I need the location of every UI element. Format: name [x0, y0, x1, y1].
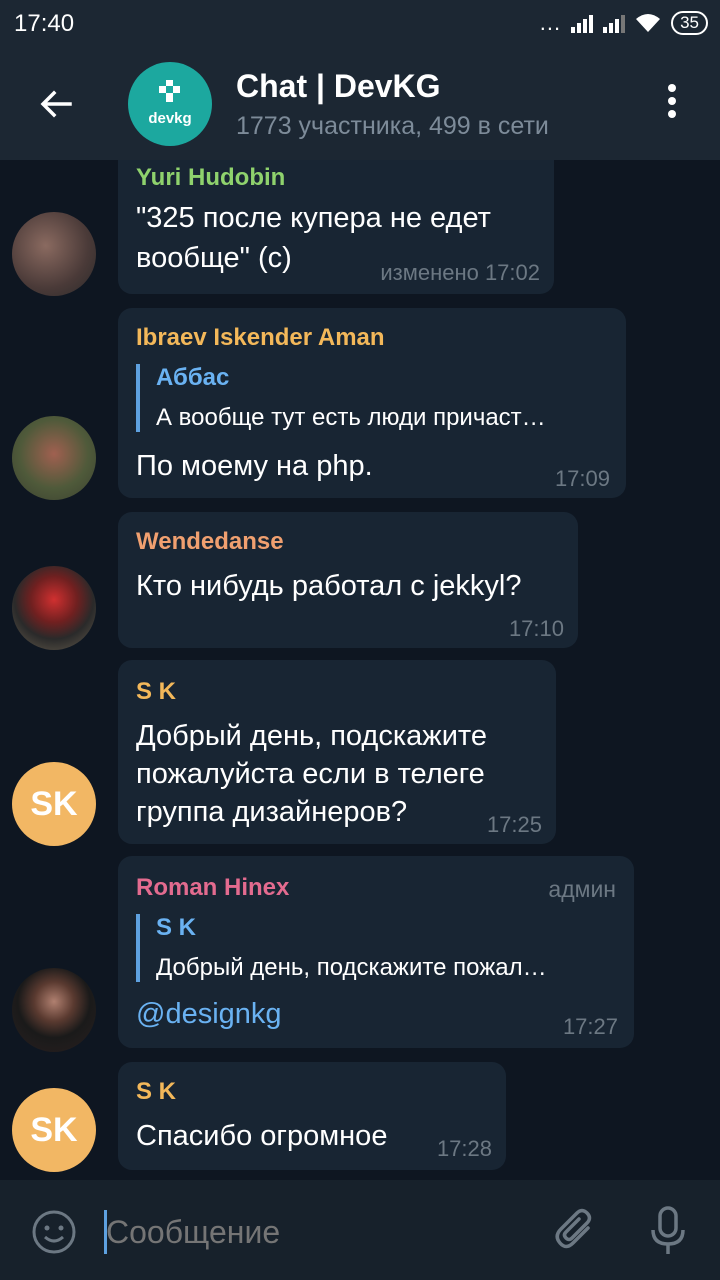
message-text: Спасибо огромное [136, 1120, 388, 1152]
chat-title[interactable]: Chat | DevKG [236, 68, 441, 105]
signal-icon-2 [603, 13, 626, 33]
message-time: 17:27 [562, 1014, 618, 1039]
status-icons: ... 35 [540, 10, 708, 36]
sender-name[interactable]: S K [136, 678, 176, 706]
message-list[interactable]: Yuri Hudobin "325 после купера не едет в… [0, 160, 720, 1180]
wifi-icon [636, 14, 661, 32]
message-input-bar [0, 1180, 720, 1280]
message-bubble[interactable]: Roman Hinex админ S K Добрый день, подск… [118, 856, 634, 1048]
message-bubble[interactable]: Wendedanse Кто нибудь работал с jekkyl? … [118, 512, 578, 648]
message-text-line: вообще" (с) [136, 242, 292, 274]
message-text: Кто нибудь работал с jekkyl? [136, 570, 522, 602]
avatar[interactable] [12, 416, 96, 500]
chat-subtitle: 1773 участника, 499 в сети [236, 112, 549, 140]
reply-sender: S K [156, 914, 197, 941]
chat-header: devkg Chat | DevKG 1773 участника, 499 в… [0, 48, 720, 160]
message-time: изменено 17:02 [380, 260, 540, 285]
message-text-line: пожалуйста если в телеге [136, 758, 485, 790]
message-text-line: группа дизайнеров? [136, 796, 408, 828]
battery-icon: 35 [671, 11, 708, 35]
signal-icon [571, 13, 594, 33]
group-avatar[interactable]: devkg [128, 62, 212, 146]
sender-name[interactable]: Ibraev Iskender Aman [136, 324, 385, 352]
attach-paperclip-icon[interactable] [552, 1206, 600, 1254]
group-avatar-text: devkg [148, 110, 192, 127]
status-bar: 17:40 ... 35 [0, 0, 720, 48]
reply-quote[interactable]: Аббас А вообще тут есть люди причаст… [136, 364, 546, 432]
sender-name[interactable]: S K [136, 1078, 176, 1106]
devkg-logo-icon [159, 80, 180, 102]
avatar[interactable] [12, 566, 96, 650]
sender-name[interactable]: Roman Hinex [136, 874, 289, 902]
reply-quote[interactable]: S K Добрый день, подскажите пожал… [136, 914, 547, 982]
message-text: По моему на php. [136, 450, 373, 482]
sender-name[interactable]: Yuri Hudobin [136, 164, 285, 192]
message-bubble[interactable]: Ibraev Iskender Aman Аббас А вообще тут … [118, 308, 626, 498]
back-arrow-icon[interactable] [36, 84, 76, 124]
avatar[interactable]: SK [12, 1088, 96, 1172]
admin-badge: админ [548, 876, 616, 902]
message-text-line: "325 после купера не едет [136, 202, 491, 234]
avatar[interactable] [12, 968, 96, 1052]
more-vertical-icon[interactable] [664, 84, 680, 124]
message-time: 17:09 [554, 466, 610, 491]
message-time: 17:10 [508, 616, 564, 641]
message-text-line: Добрый день, подскажите [136, 720, 487, 752]
avatar[interactable] [12, 212, 96, 296]
reply-text: А вообще тут есть люди причаст… [156, 404, 546, 431]
status-time: 17:40 [14, 10, 75, 37]
message-bubble[interactable]: S K Добрый день, подскажите пожалуйста е… [118, 660, 556, 844]
mention-link[interactable]: @designkg [136, 994, 282, 1035]
message-time: 17:25 [486, 812, 542, 837]
reply-text: Добрый день, подскажите пожал… [156, 954, 547, 981]
emoji-icon[interactable] [30, 1208, 78, 1256]
avatar[interactable]: SK [12, 762, 96, 846]
message-bubble[interactable]: S K Спасибо огромное 17:28 [118, 1062, 506, 1170]
notification-dots: ... [539, 10, 562, 35]
reply-sender: Аббас [156, 364, 230, 391]
message-input[interactable] [106, 1214, 526, 1251]
message-bubble[interactable]: Yuri Hudobin "325 после купера не едет в… [118, 160, 554, 294]
message-time: 17:28 [436, 1136, 492, 1161]
microphone-icon[interactable] [648, 1206, 688, 1256]
sender-name[interactable]: Wendedanse [136, 528, 284, 556]
